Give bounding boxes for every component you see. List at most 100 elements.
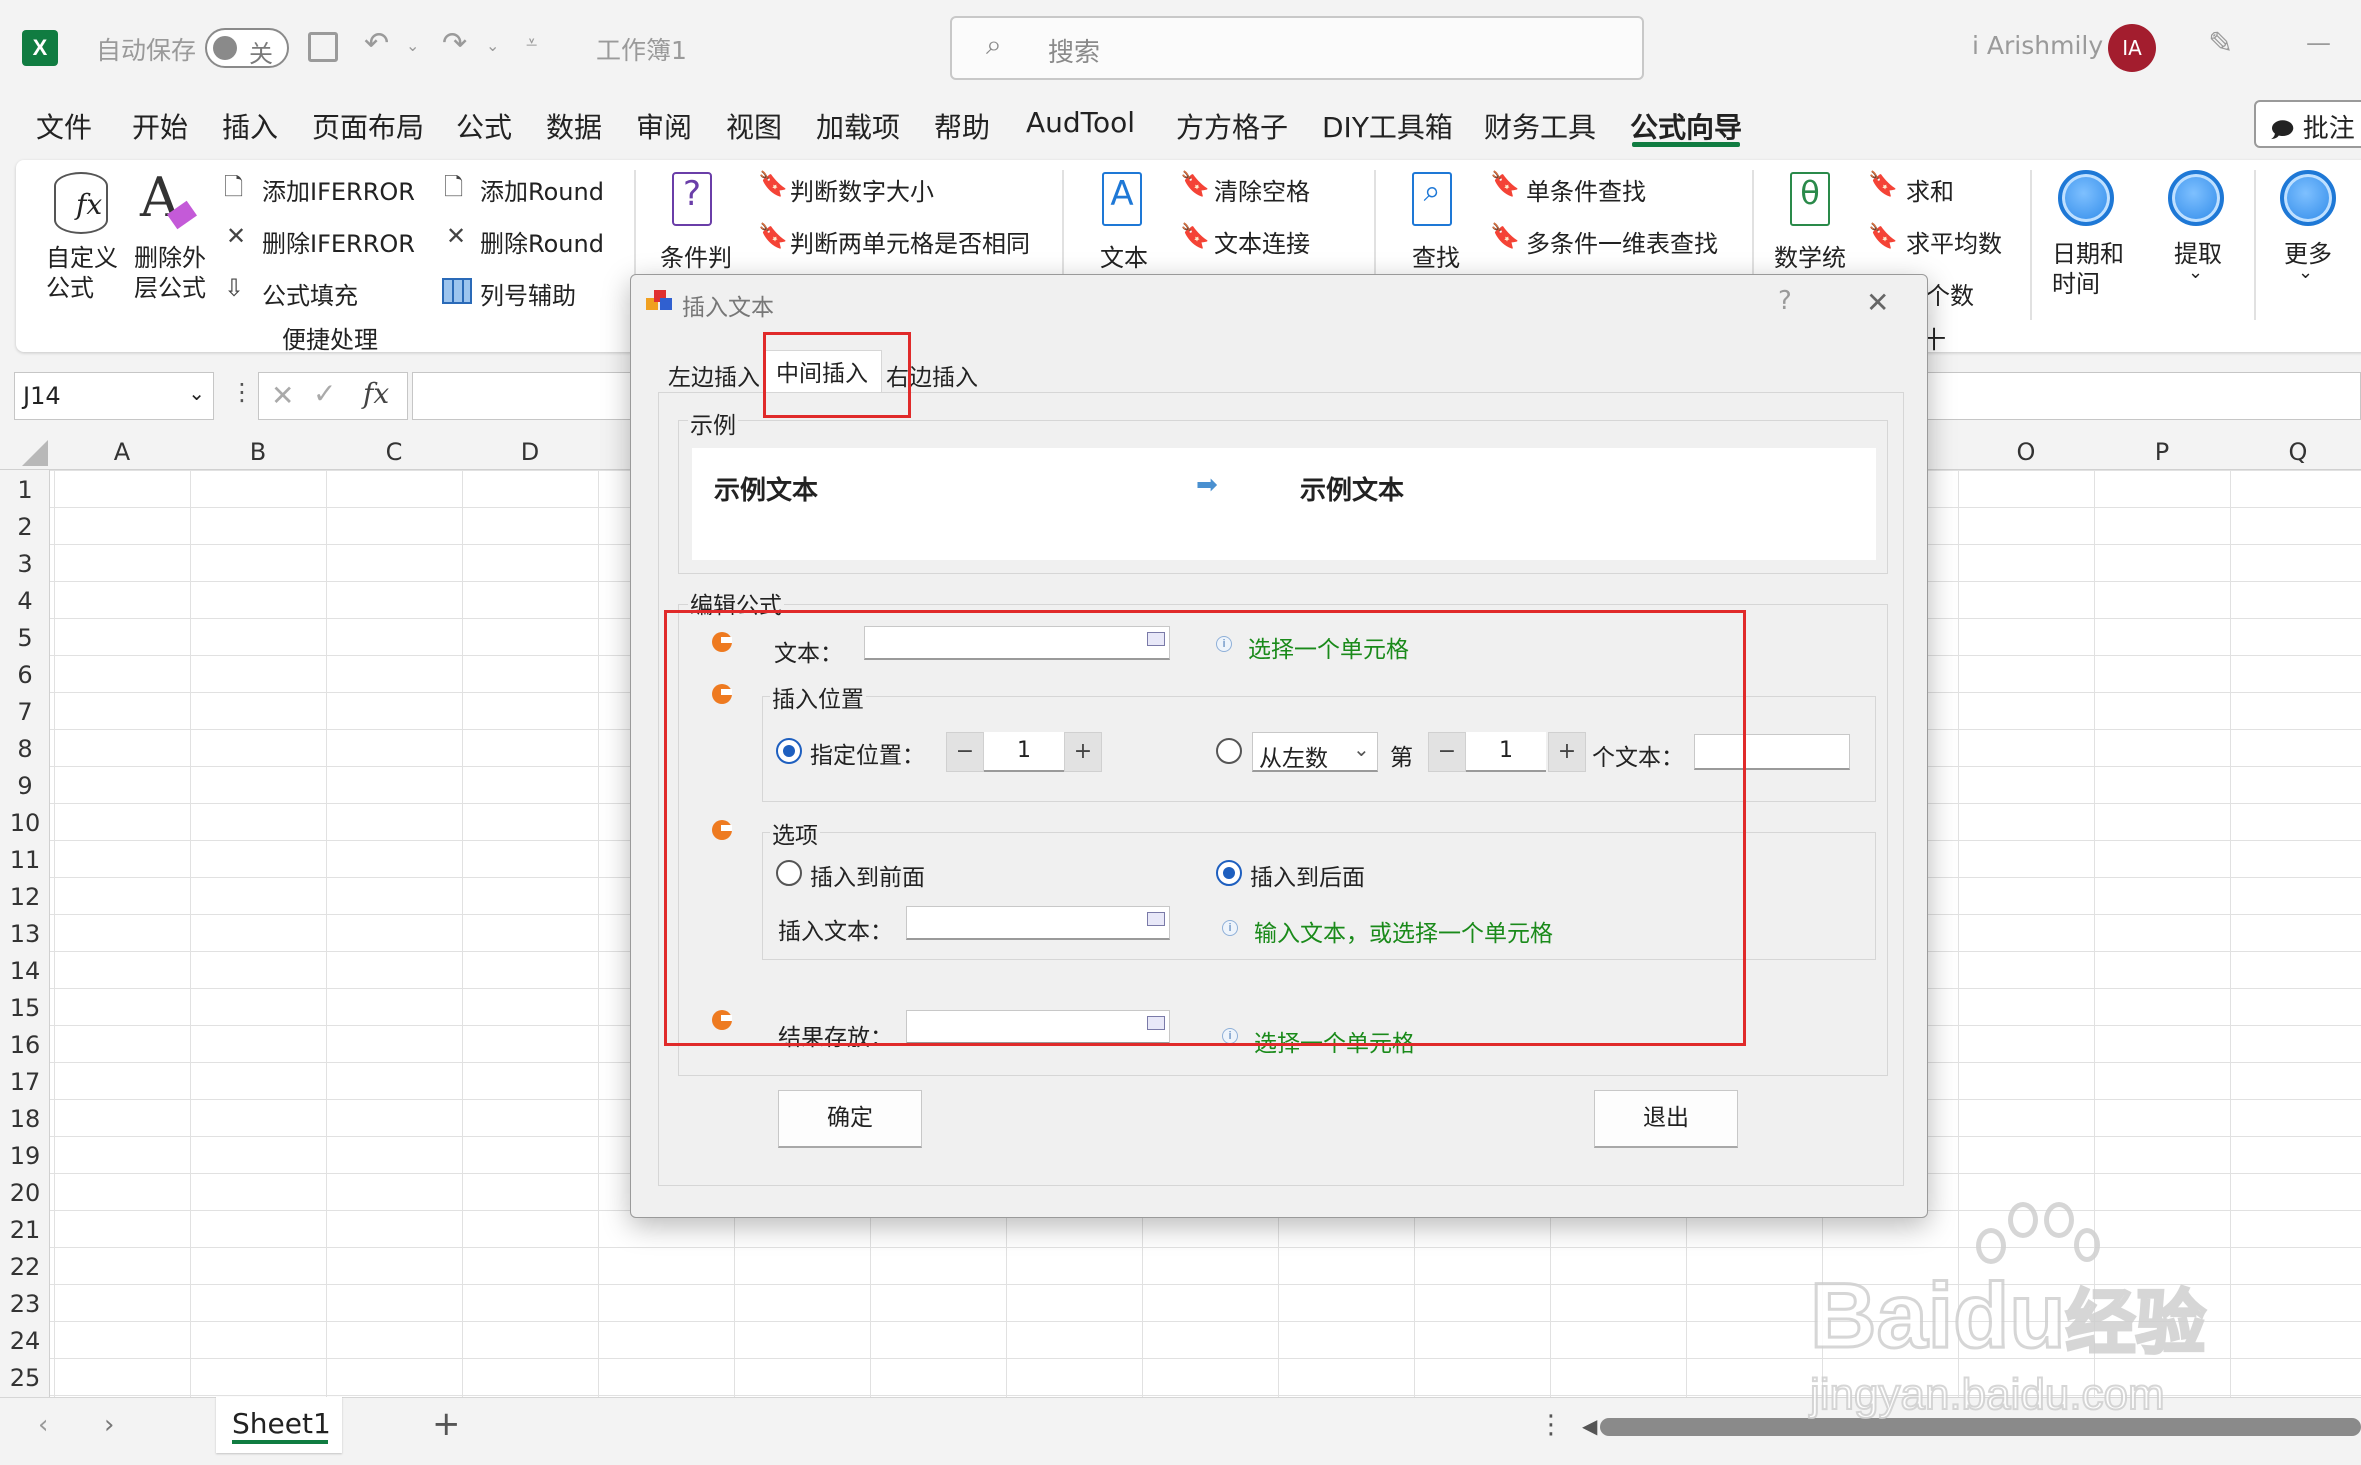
row-number[interactable]: 7 bbox=[0, 698, 50, 726]
name-box[interactable]: J14 ⌄ bbox=[14, 372, 214, 420]
row-number[interactable]: 11 bbox=[0, 846, 50, 874]
text-label[interactable]: 文本 bbox=[1100, 238, 1148, 273]
sum-button[interactable]: 求和 bbox=[1906, 172, 1954, 207]
tab-addins[interactable]: 加载项 bbox=[816, 106, 900, 146]
avatar[interactable]: IA bbox=[2108, 24, 2156, 72]
find-label[interactable]: 查找 bbox=[1412, 238, 1460, 273]
tab-finance[interactable]: 财务工具 bbox=[1484, 106, 1596, 146]
chevron-down-icon[interactable]: ⌄ bbox=[188, 381, 205, 405]
row-number[interactable]: 21 bbox=[0, 1216, 50, 1244]
column-o[interactable]: O bbox=[2006, 438, 2046, 466]
tab-review[interactable]: 审阅 bbox=[636, 106, 692, 146]
column-d[interactable]: D bbox=[510, 438, 550, 466]
row-number[interactable]: 22 bbox=[0, 1253, 50, 1281]
row-number[interactable]: 14 bbox=[0, 957, 50, 985]
datetime-label-2[interactable]: 时间 bbox=[2052, 264, 2100, 299]
text-concat-button[interactable]: 文本连接 bbox=[1214, 224, 1310, 259]
user-name[interactable]: i Arishmily bbox=[1972, 31, 2103, 60]
comment-button[interactable]: 🗩 批注 bbox=[2254, 100, 2361, 148]
tab-ffgz[interactable]: 方方格子 bbox=[1176, 106, 1288, 146]
row-number[interactable]: 13 bbox=[0, 920, 50, 948]
math-label[interactable]: 数学统 bbox=[1774, 238, 1846, 273]
close-icon[interactable]: ✕ bbox=[1866, 286, 1889, 319]
row-number[interactable]: 24 bbox=[0, 1327, 50, 1355]
row-number[interactable]: 12 bbox=[0, 883, 50, 911]
tab-audtool[interactable]: AudTool bbox=[1026, 106, 1135, 139]
row-number[interactable]: 20 bbox=[0, 1179, 50, 1207]
tab-left-insert[interactable]: 左边插入 bbox=[668, 358, 760, 392]
redo-dropdown-icon[interactable]: ⌄ bbox=[486, 36, 499, 55]
minimize-button[interactable]: — bbox=[2306, 28, 2331, 57]
row-number[interactable]: 6 bbox=[0, 661, 50, 689]
column-p[interactable]: P bbox=[2142, 438, 2182, 466]
prev-sheet-icon[interactable]: ‹ bbox=[38, 1410, 48, 1440]
search-box[interactable]: ⌕ 搜索 bbox=[950, 16, 1644, 80]
row-number[interactable]: 25 bbox=[0, 1364, 50, 1392]
row-number[interactable]: 9 bbox=[0, 772, 50, 800]
more-dots-icon[interactable]: ⋮ bbox=[1538, 1410, 1564, 1440]
row-number[interactable]: 23 bbox=[0, 1290, 50, 1318]
tab-data[interactable]: 数据 bbox=[546, 106, 602, 146]
row-number[interactable]: 19 bbox=[0, 1142, 50, 1170]
more-circle-icon[interactable] bbox=[2280, 170, 2336, 226]
tab-file[interactable]: 文件 bbox=[36, 106, 92, 146]
find-icon[interactable]: ⌕ bbox=[1412, 172, 1452, 226]
ok-button[interactable]: 确定 bbox=[778, 1090, 922, 1148]
tab-diy[interactable]: DIY工具箱 bbox=[1322, 106, 1453, 146]
insert-function-icon[interactable]: fx bbox=[363, 377, 389, 410]
sheet-tab-sheet1[interactable]: Sheet1 bbox=[216, 1397, 342, 1453]
exit-button[interactable]: 退出 bbox=[1594, 1090, 1738, 1148]
col-assist-button[interactable]: 列号辅助 bbox=[480, 276, 576, 311]
more-dots-icon[interactable]: ⋮ bbox=[230, 378, 254, 406]
column-b[interactable]: B bbox=[238, 438, 278, 466]
row-number[interactable]: 18 bbox=[0, 1105, 50, 1133]
row-number[interactable]: 17 bbox=[0, 1068, 50, 1096]
clear-space-button[interactable]: 清除空格 bbox=[1214, 172, 1310, 207]
column-c[interactable]: C bbox=[374, 438, 414, 466]
text-a-icon[interactable]: A bbox=[1102, 172, 1142, 226]
tab-formulas[interactable]: 公式 bbox=[456, 106, 512, 146]
datetime-circle-icon[interactable] bbox=[2058, 170, 2114, 226]
multi-lookup-button[interactable]: 多条件一维表查找 bbox=[1526, 224, 1718, 259]
cancel-x-icon[interactable]: ✕ bbox=[271, 379, 294, 412]
undo-dropdown-icon[interactable]: ⌄ bbox=[406, 36, 419, 55]
condition-label[interactable]: 条件判 bbox=[660, 238, 732, 273]
add-sheet-button[interactable]: + bbox=[432, 1404, 461, 1444]
row-number[interactable]: 10 bbox=[0, 809, 50, 837]
chevron-down-icon[interactable]: ⌄ bbox=[2298, 262, 2313, 283]
row-number[interactable]: 3 bbox=[0, 550, 50, 578]
chevron-down-icon[interactable]: ⌄ bbox=[2188, 262, 2203, 283]
save-icon[interactable] bbox=[308, 32, 338, 62]
column-q[interactable]: Q bbox=[2278, 438, 2318, 466]
redo-icon[interactable]: ↷ bbox=[442, 26, 467, 61]
math-theta-icon[interactable]: θ bbox=[1790, 172, 1830, 226]
row-number[interactable]: 8 bbox=[0, 735, 50, 763]
single-lookup-button[interactable]: 单条件查找 bbox=[1526, 172, 1646, 207]
customize-qat-icon[interactable]: ⩡ bbox=[526, 30, 537, 54]
del-round-button[interactable]: 删除Round bbox=[480, 224, 604, 259]
formula-fill-button[interactable]: 公式填充 bbox=[262, 276, 358, 311]
tab-page-layout[interactable]: 页面布局 bbox=[312, 106, 424, 146]
pen-icon[interactable]: ✎ bbox=[2208, 26, 2233, 61]
excel-logo-icon[interactable]: X bbox=[22, 30, 58, 66]
row-number[interactable]: 15 bbox=[0, 994, 50, 1022]
row-number[interactable]: 16 bbox=[0, 1031, 50, 1059]
judge-same-button[interactable]: 判断两单元格是否相同 bbox=[790, 224, 1030, 259]
tab-view[interactable]: 视图 bbox=[726, 106, 782, 146]
add-iferror-button[interactable]: 添加IFERROR bbox=[262, 172, 415, 207]
undo-icon[interactable]: ↶ bbox=[364, 26, 389, 61]
del-iferror-button[interactable]: 删除IFERROR bbox=[262, 224, 415, 259]
avg-button[interactable]: 求平均数 bbox=[1906, 224, 2002, 259]
tab-home[interactable]: 开始 bbox=[132, 106, 188, 146]
judge-size-button[interactable]: 判断数字大小 bbox=[790, 172, 934, 207]
horizontal-scrollbar[interactable] bbox=[1600, 1418, 2361, 1436]
custom-formula-icon[interactable]: fx bbox=[54, 172, 108, 234]
row-number[interactable]: 2 bbox=[0, 513, 50, 541]
row-number[interactable]: 1 bbox=[0, 476, 50, 504]
select-all-corner[interactable] bbox=[22, 440, 48, 466]
condition-icon[interactable]: ? bbox=[672, 172, 712, 226]
count-button[interactable]: 个数 bbox=[1926, 276, 1974, 311]
add-round-button[interactable]: 添加Round bbox=[480, 172, 604, 207]
custom-formula-label-2[interactable]: 公式 bbox=[46, 268, 94, 303]
scroll-left-icon[interactable]: ◀ bbox=[1582, 1414, 1597, 1438]
